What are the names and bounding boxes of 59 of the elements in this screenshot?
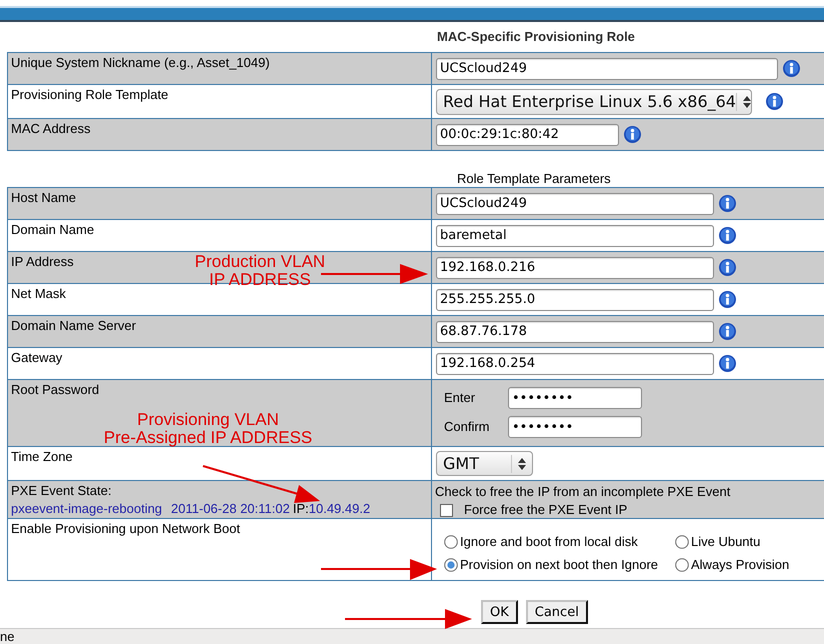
pxe-event-timestamp: 2011-06-28 20:11:02 [171, 501, 290, 517]
info-icon[interactable] [783, 60, 800, 77]
section-title: Role Template Parameters [457, 171, 611, 187]
field-label: Domain Name [11, 222, 94, 238]
field-label: MAC Address [11, 121, 90, 137]
ip-label: IP: [292, 501, 309, 517]
field-label: Provisioning Role Template [11, 87, 168, 103]
radio-label: Provision on next boot then Ignore [460, 557, 658, 573]
info-icon[interactable] [719, 291, 736, 308]
field-label: Time Zone [11, 449, 73, 465]
password-field[interactable]: •••••••• [508, 416, 642, 438]
help-text: Check to free the IP from an incomplete PXE Event [435, 484, 730, 500]
input-field[interactable]: UCScloud249 [436, 58, 778, 80]
checkbox[interactable] [440, 504, 453, 516]
field-label: Enter [444, 390, 476, 406]
annotation-label: Provisioning VLAN Pre-Assigned IP ADDRESS [104, 411, 312, 447]
checkbox-label: Force free the PXE Event IP [464, 502, 628, 518]
field-label: Unique System Nickname (e.g., Asset_1049) [11, 55, 270, 71]
field-label: Gateway [11, 350, 62, 366]
info-icon[interactable] [766, 93, 783, 110]
caret-icon [518, 458, 526, 470]
radio-label: Live Ubuntu [691, 534, 760, 550]
info-icon[interactable] [719, 259, 736, 276]
info-icon[interactable] [719, 227, 736, 244]
field-label: PXE Event State: [11, 483, 112, 499]
caret-icon [742, 96, 751, 108]
info-icon[interactable] [719, 195, 736, 212]
cancel-button[interactable]: Cancel [526, 600, 588, 624]
input-field[interactable]: 00:0c:29:1c:80:42 [436, 124, 619, 146]
dropdown[interactable]: Red Hat Enterprise Linux 5.6 x86_64 [436, 88, 752, 114]
ok-button[interactable]: OK [481, 600, 518, 624]
pxe-event-status: pxeevent-image-rebooting [11, 501, 162, 517]
field-label: Domain Name Server [11, 318, 136, 334]
input-field[interactable]: 68.87.76.178 [436, 320, 714, 342]
input-field[interactable]: 192.168.0.254 [436, 352, 714, 374]
input-field[interactable]: 192.168.0.216 [436, 256, 714, 278]
info-icon[interactable] [719, 355, 736, 372]
input-field[interactable]: 255.255.255.0 [436, 288, 714, 310]
radio-button[interactable] [675, 535, 689, 549]
field-label: Host Name [11, 190, 76, 206]
info-icon[interactable] [719, 323, 736, 340]
field-label: Confirm [444, 419, 490, 435]
field-label: Root Password [11, 382, 100, 398]
input-field[interactable]: baremetal [436, 224, 714, 246]
status-text: ne [0, 629, 14, 644]
radio-button[interactable] [444, 535, 458, 549]
field-label: Enable Provisioning upon Network Boot [11, 521, 240, 537]
input-field[interactable]: UCScloud249 [436, 192, 714, 214]
radio-button[interactable] [675, 558, 689, 572]
section-title: MAC-Specific Provisioning Role [437, 29, 635, 45]
ip-address: 10.49.49.2 [308, 501, 370, 517]
info-icon[interactable] [624, 126, 641, 143]
radio-label: Always Provision [691, 557, 790, 573]
radio-button[interactable] [444, 558, 458, 572]
field-label: Net Mask [11, 286, 66, 302]
field-label: IP Address [11, 254, 74, 270]
radio-label: Ignore and boot from local disk [460, 534, 638, 550]
password-field[interactable]: •••••••• [508, 387, 642, 409]
dropdown[interactable]: GMT [436, 451, 533, 476]
